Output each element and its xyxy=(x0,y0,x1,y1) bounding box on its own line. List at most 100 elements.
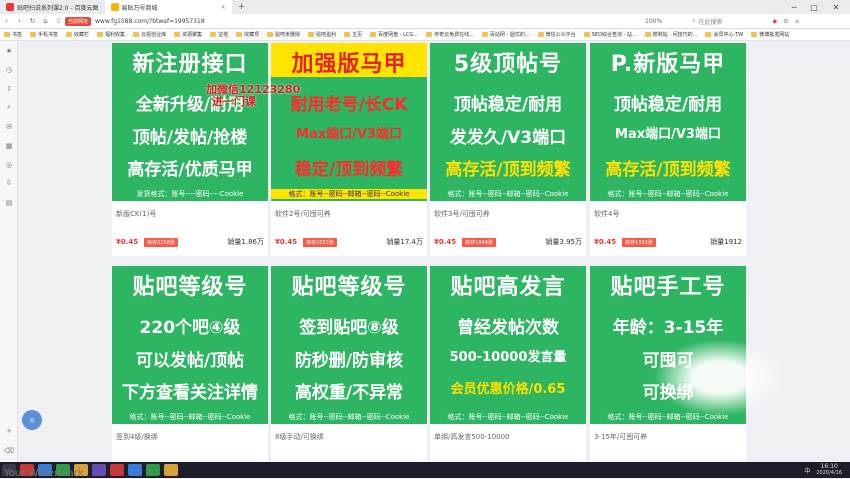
cart-icon[interactable]: ⌷ xyxy=(0,174,18,193)
home-icon[interactable]: ⌂ xyxy=(39,17,52,25)
clock[interactable]: 16:10 2020/4/16 xyxy=(816,463,842,477)
bookmark-item[interactable]: 主页 xyxy=(340,31,366,38)
close-window-icon[interactable]: ✕ xyxy=(828,0,844,14)
refresh-icon[interactable]: ↻ xyxy=(26,17,39,25)
banner-format: 格式：账号--密码--邮箱--密码--Cookie xyxy=(271,189,427,199)
product-card[interactable]: 新注册接口 全新升级/耐用 顶帖/发帖/抢楼 高存活/优质马甲 发货格式：账号----密… xyxy=(112,43,268,256)
chat-bubble-icon[interactable]: ◎ xyxy=(22,410,42,430)
product-name[interactable]: 软件4号 xyxy=(594,209,619,219)
bookmark-item[interactable]: 书签 xyxy=(0,31,26,38)
bookmark-item[interactable]: 手机书签 xyxy=(26,31,62,38)
bookmark-label: 微信公众平台 xyxy=(545,32,576,38)
back-icon[interactable]: ‹ xyxy=(0,17,13,25)
banner-line: 签到贴吧⑧级 xyxy=(299,318,399,338)
bookmark-item[interactable]: 搜剩站 - 问技巧的... xyxy=(641,31,702,38)
url-input[interactable]: www.fg1588.com/?btwaf=19957318 xyxy=(95,18,485,25)
product-banner[interactable]: 加强版马甲 耐用老号/长CK Max端口/V3端口 稳定/顶到频繁 格式：账号--密码-… xyxy=(271,43,427,201)
product-name[interactable]: 软件2号/可囤可养 xyxy=(275,209,331,219)
bookmark-item[interactable]: 福利收集 xyxy=(93,31,129,38)
chat-icon[interactable]: ◎ xyxy=(0,155,18,174)
product-footer: ¥0.45 库存1592张 销量1912 xyxy=(594,236,742,248)
minimize-icon[interactable]: ─ xyxy=(786,0,802,14)
product-name[interactable]: 3-15年/可囤可养 xyxy=(594,432,647,442)
download-icon[interactable]: ⇩ xyxy=(0,79,18,98)
product-banner[interactable]: P.新版马甲 顶帖稳定/耐用 Max端口/V3端口 高存活/顶到频繁 格式：账号--密码… xyxy=(590,43,746,201)
bookmark-item[interactable]: 传奇云免费在线... xyxy=(422,31,478,38)
bookmark-item[interactable]: 百站网 - 圆式的... xyxy=(478,31,534,38)
banner-format: 格式：账号--密码--邮箱--密码--Cookie xyxy=(447,413,569,421)
search-input[interactable]: 在此搜索 xyxy=(699,17,769,26)
close-icon[interactable]: × xyxy=(221,4,226,11)
ime-indicator[interactable]: 中 xyxy=(804,466,810,475)
product-name[interactable]: 8级手动/可换绑 xyxy=(275,432,324,442)
app-icon[interactable] xyxy=(164,464,178,476)
folder-icon xyxy=(4,32,10,37)
bookmark-item[interactable]: 微博批发网站 xyxy=(747,31,793,38)
forward-icon[interactable]: › xyxy=(13,17,26,25)
bookmark-item[interactable]: SEO综合查询 - 站... xyxy=(580,31,641,38)
new-tab-button[interactable]: + xyxy=(232,2,252,12)
game-icon[interactable]: ◆ xyxy=(773,18,778,25)
app-icon[interactable] xyxy=(92,464,106,476)
folder-icon xyxy=(751,32,758,37)
bookmark-item[interactable]: 收藏栏 xyxy=(62,31,93,38)
product-card[interactable]: 贴吧等级号 签到贴吧⑧级 防秒删/防审核 高权重/不异常 格式：账号--密码--邮箱--… xyxy=(271,266,427,462)
mail-icon[interactable]: ✉ xyxy=(0,117,18,136)
banner-format: 格式：账号--密码--邮箱--密码--Cookie xyxy=(447,190,569,198)
banner-line: 会员优惠价格/0.65 xyxy=(450,382,566,397)
product-banner[interactable]: 5级顶帖号 顶帖稳定/耐用 发发久/V3端口 高存活/顶到频繁 格式：账号--密码--邮… xyxy=(430,43,586,201)
product-card[interactable]: 加强版马甲 耐用老号/长CK Max端口/V3端口 稳定/顶到频繁 格式：账号--密码-… xyxy=(271,43,427,256)
product-card[interactable]: P.新版马甲 顶帖稳定/耐用 Max端口/V3端口 高存活/顶到频繁 格式：账号--密码… xyxy=(590,43,746,256)
product-name[interactable]: 新版CK(1)号 xyxy=(116,209,156,219)
add-icon[interactable]: + xyxy=(0,421,18,440)
bookmark-item[interactable]: 微信公众平台 xyxy=(534,31,580,38)
bookmark-item[interactable]: 贴吧未删除 xyxy=(263,31,304,38)
product-card[interactable]: 贴吧等级号 220个吧④级 可以发帖/顶帖 下方查看关注详情 格式：账号--密码--邮箱… xyxy=(112,266,268,462)
bookmark-item[interactable]: 云视创业库 xyxy=(129,31,170,38)
zoom-level[interactable]: 100% xyxy=(645,18,662,25)
star-icon[interactable]: ☆ xyxy=(52,17,65,25)
tab-baidu-cloud[interactable]: 贴吧扫说系列课2.0 - 百度云图 xyxy=(0,0,105,14)
bookmark-item[interactable]: 资源聚集 xyxy=(170,31,206,38)
tab-shop[interactable]: 易贴万号商城 × xyxy=(104,0,232,14)
folder-icon xyxy=(344,32,351,37)
bookmark-item[interactable]: 宝塔 xyxy=(206,31,232,38)
menu-icon[interactable]: ≡ xyxy=(795,18,800,25)
bookmark-label: 贴吧盈利 xyxy=(316,32,337,38)
app-icon[interactable] xyxy=(110,464,124,476)
bookmark-item[interactable]: 贴吧盈利 xyxy=(304,31,340,38)
folder-icon xyxy=(426,32,433,37)
history-icon[interactable]: ◷ xyxy=(0,60,18,79)
bookmark-item[interactable]: 收藏项 xyxy=(232,31,263,38)
product-banner[interactable]: 新注册接口 全新升级/耐用 顶帖/发帖/抢楼 高存活/优质马甲 发货格式：账号----密… xyxy=(112,43,268,201)
bookmark-label: 收藏栏 xyxy=(74,32,90,38)
product-name[interactable]: 签到4级/换绑 xyxy=(116,432,158,442)
bookmark-icon[interactable]: ★ xyxy=(0,41,18,60)
product-banner[interactable]: 贴吧等级号 220个吧④级 可以发帖/顶帖 下方查看关注详情 格式：账号--密码--邮箱… xyxy=(112,266,268,424)
folder-icon xyxy=(30,32,37,37)
bookmark-item[interactable]: 会员中心-TW xyxy=(701,31,747,38)
search-icon[interactable]: ⌕ xyxy=(692,17,695,25)
clock-date: 2020/4/16 xyxy=(816,470,842,476)
maximize-icon[interactable]: □ xyxy=(806,0,822,14)
bookmark-label: 搜剩站 - 问技巧的... xyxy=(652,32,698,38)
product-name[interactable]: 软件3号/可囤可养 xyxy=(434,209,490,219)
trash-icon[interactable]: ⌫ xyxy=(0,441,18,460)
product-banner[interactable]: 贴吧等级号 签到贴吧⑧级 防秒删/防审核 高权重/不异常 格式：账号--密码--邮箱--… xyxy=(271,266,427,424)
windows-taskbar: 中 16:10 2020/4/16 xyxy=(0,462,850,478)
product-banner[interactable]: 贴吧高发言 曾经发帖次数 500-10000发言量 会员优惠价格/0.65 格式：账号-… xyxy=(430,266,586,424)
note-icon[interactable]: ▤ xyxy=(0,193,18,212)
app-icon[interactable] xyxy=(128,464,142,476)
app-icon[interactable] xyxy=(146,464,160,476)
search-side-icon[interactable]: ⌕ xyxy=(0,98,18,117)
product-name[interactable]: 单绑/高发言500-10000 xyxy=(434,432,510,442)
bookmark-label: 会员中心-TW xyxy=(713,32,744,38)
settings-icon[interactable]: ⚙ xyxy=(783,18,788,25)
banner-title: 5级顶帖号 xyxy=(453,52,563,77)
bookmark-item[interactable]: 百度网盘 - LCG... xyxy=(366,31,422,38)
banner-title: 贴吧等级号 xyxy=(291,275,407,300)
app-icon[interactable]: ▦ xyxy=(0,136,18,155)
bookmark-label: 福利收集 xyxy=(105,32,126,38)
product-card[interactable]: 贴吧高发言 曾经发帖次数 500-10000发言量 会员优惠价格/0.65 格式：账号-… xyxy=(430,266,586,462)
product-card[interactable]: 5级顶帖号 顶帖稳定/耐用 发发久/V3端口 高存活/顶到频繁 格式：账号--密码--邮… xyxy=(430,43,586,256)
